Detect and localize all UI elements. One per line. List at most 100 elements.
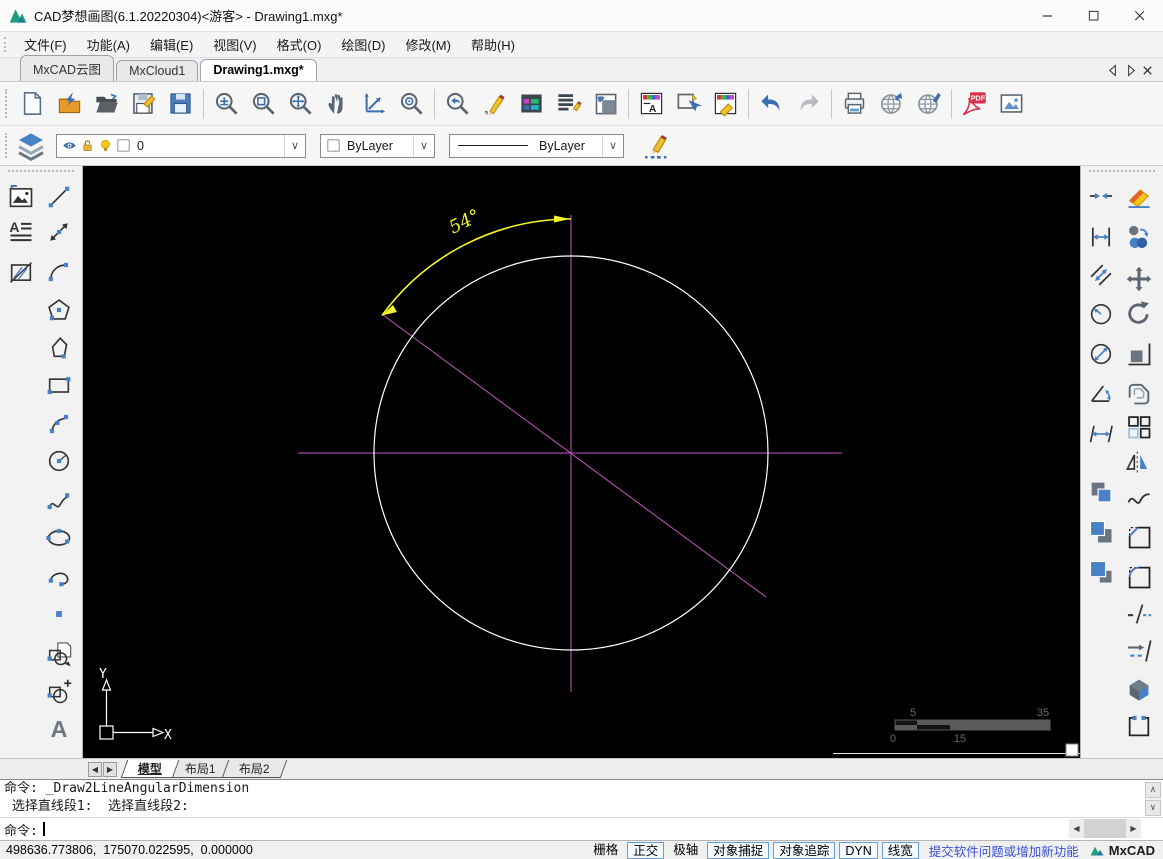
feedback-link[interactable]: 提交软件问题或增加新功能 (929, 841, 1079, 859)
zoom-previous-icon[interactable] (439, 85, 476, 123)
array-tool-icon[interactable] (1125, 413, 1155, 443)
tab-layout2[interactable]: 布局2 (221, 760, 286, 778)
zoom-scale-icon[interactable] (356, 85, 393, 123)
insert-image-icon[interactable] (993, 85, 1030, 123)
maximize-icon[interactable] (1071, 0, 1117, 32)
tab-model[interactable]: 模型 (121, 760, 180, 778)
edit-spline-tool-icon[interactable] (1125, 486, 1155, 516)
viewport-icon[interactable] (587, 85, 624, 123)
scroll-left-icon[interactable]: ◀ (1069, 819, 1084, 838)
revision-arc-tool-icon[interactable] (45, 562, 75, 592)
tab-close-icon[interactable] (1140, 63, 1155, 78)
dim-diameter-tool-icon[interactable] (1087, 340, 1117, 370)
tab-drawing1[interactable]: Drawing1.mxg* (200, 59, 316, 81)
extend-tool-icon[interactable] (1125, 637, 1155, 667)
text-list-icon[interactable] (550, 85, 587, 123)
box-3d-tool-icon[interactable] (1125, 675, 1155, 705)
open-cloud-icon[interactable] (51, 85, 88, 123)
arc-tool-icon[interactable] (45, 258, 75, 288)
sheet-prev-icon[interactable]: ◀ (88, 762, 102, 777)
angular-dimension-arc[interactable] (382, 219, 571, 316)
mtext-tool-icon[interactable]: A (7, 218, 37, 248)
polygon-tool-icon[interactable] (45, 296, 75, 326)
hatch-tool-icon[interactable] (7, 258, 37, 288)
command-history[interactable]: 命令: _Draw2LineAngularDimension 选择直线段1: 选… (0, 779, 1163, 817)
export-pdf-icon[interactable]: PDF (956, 85, 993, 123)
insert-block-tool-icon[interactable] (45, 678, 75, 708)
rectangle-tool-icon[interactable] (45, 371, 75, 401)
match-properties-icon[interactable] (707, 85, 744, 123)
corner-grip[interactable] (1066, 744, 1078, 756)
irregular-polygon-tool-icon[interactable] (45, 333, 75, 363)
copy-object-tool-icon[interactable] (1087, 518, 1117, 548)
point-tool-icon[interactable] (45, 600, 75, 630)
open-file-icon[interactable] (88, 85, 125, 123)
chevron-down-icon[interactable]: ∨ (413, 135, 434, 157)
color-select[interactable]: ByLayer ∨ (320, 134, 435, 158)
chevron-down-icon[interactable]: ∨ (602, 135, 623, 157)
offset-tool-icon[interactable] (1125, 379, 1155, 409)
zoom-window-icon[interactable] (245, 85, 282, 123)
break-tool-icon[interactable] (1125, 600, 1155, 630)
layer-select[interactable]: 0 ∨ (56, 134, 306, 158)
mirror-tool-icon[interactable] (1125, 448, 1155, 478)
tab-mxcad-cloud[interactable]: MxCAD云图 (20, 55, 114, 81)
menu-item-modify[interactable]: 修改(M) (395, 32, 461, 57)
insert-raster-image-icon[interactable] (7, 183, 37, 213)
command-scrollbar[interactable]: ∧ ∨ (1145, 782, 1161, 816)
tab-mxcloud1[interactable]: MxCloud1 (116, 60, 198, 81)
menu-item-format[interactable]: 格式(O) (267, 32, 332, 57)
polyline-tool-icon[interactable] (45, 218, 75, 248)
menu-item-draw[interactable]: 绘图(D) (331, 32, 395, 57)
draw-order-tool-icon[interactable] (1125, 223, 1155, 253)
zoom-extents-icon[interactable] (208, 85, 245, 123)
dimension-text[interactable]: 54° (446, 205, 484, 238)
curve-tool-icon[interactable] (45, 410, 75, 440)
save-as-icon[interactable] (162, 85, 199, 123)
layer-manager-icon[interactable] (14, 130, 48, 162)
menu-item-file[interactable]: 文件(F) (14, 32, 77, 57)
print-icon[interactable] (836, 85, 873, 123)
save-icon[interactable] (125, 85, 162, 123)
dim-radius-tool-icon[interactable] (1087, 299, 1117, 329)
text-tool-icon[interactable]: A (45, 715, 75, 745)
diagonal-line[interactable] (383, 315, 766, 597)
copy-tool-icon[interactable] (1087, 478, 1117, 508)
sheet-next-icon[interactable]: ▶ (103, 762, 117, 777)
zoom-dynamic-icon[interactable] (282, 85, 319, 123)
circle-tool-icon[interactable] (45, 447, 75, 477)
scale-tool-icon[interactable] (1125, 340, 1155, 370)
undo-icon[interactable] (753, 85, 790, 123)
scroll-down-icon[interactable]: ∨ (1145, 800, 1161, 816)
command-hscrollbar[interactable]: ◀ ▶ (1069, 819, 1141, 838)
dim-aligned-tool-icon[interactable] (1087, 261, 1117, 291)
scroll-up-icon[interactable]: ∧ (1145, 782, 1161, 798)
ellipse-tool-icon[interactable] (45, 524, 75, 554)
draw-settings-icon[interactable] (642, 130, 672, 162)
toggle-grid[interactable]: 栅格 (588, 842, 623, 859)
line-tool-icon[interactable] (45, 183, 75, 213)
tab-scroll-right-icon[interactable] (1123, 63, 1138, 78)
fillet-tool-icon[interactable] (1125, 563, 1155, 593)
new-file-icon[interactable] (14, 85, 51, 123)
erase-tool-icon[interactable] (1125, 182, 1155, 212)
rotate-tool-icon[interactable] (1125, 299, 1155, 329)
toggle-ortho[interactable]: 正交 (627, 842, 664, 859)
menu-item-help[interactable]: 帮助(H) (461, 32, 525, 57)
close-icon[interactable] (1117, 0, 1163, 32)
tab-scroll-left-icon[interactable] (1106, 63, 1121, 78)
menu-item-edit[interactable]: 编辑(E) (140, 32, 203, 57)
dim-linear-tool-icon[interactable] (1087, 223, 1117, 253)
draw-edit-icon[interactable] (476, 85, 513, 123)
block-tool-icon[interactable] (45, 640, 75, 670)
command-input[interactable]: 命令: (0, 817, 1163, 840)
move-tool-icon[interactable] (1125, 265, 1155, 295)
web-open-icon[interactable] (910, 85, 947, 123)
web-publish-icon[interactable] (873, 85, 910, 123)
pan-icon[interactable] (319, 85, 356, 123)
text-style-icon[interactable]: A (633, 85, 670, 123)
chamfer-tool-icon[interactable] (1125, 523, 1155, 553)
minimize-icon[interactable] (1025, 0, 1071, 32)
dim-continue-tool-icon[interactable] (1087, 420, 1117, 450)
dim-angular-tool-icon[interactable] (1087, 379, 1117, 409)
